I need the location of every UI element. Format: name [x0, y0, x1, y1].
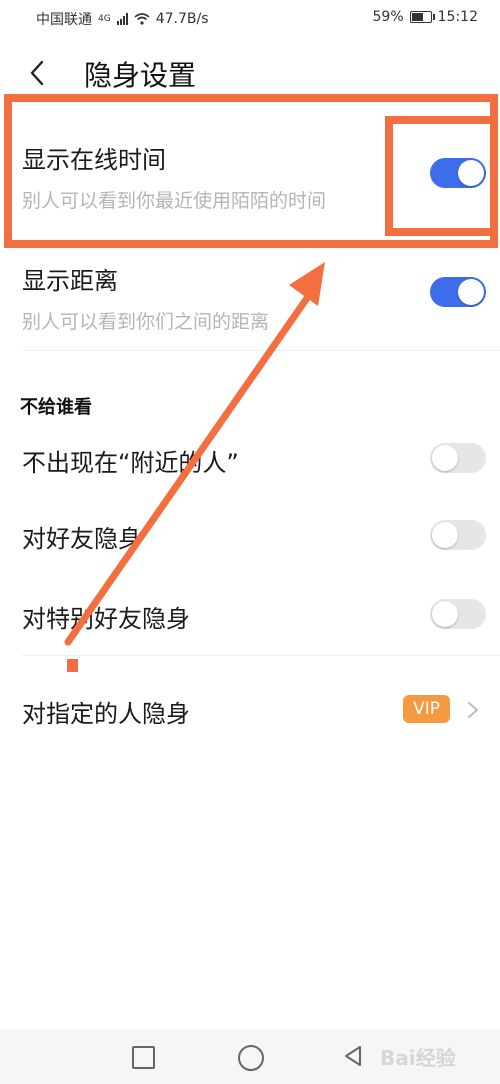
chevron-left-icon[interactable] — [24, 58, 52, 88]
setting-description: 别人可以看到你最近使用陌陌的时间 — [22, 190, 327, 212]
setting-hide-special-friends[interactable]: 对特别好友隐身 — [0, 585, 500, 650]
annotation-dot — [67, 659, 78, 672]
section-title: 不给谁看 — [20, 397, 92, 418]
setting-title: 显示距离 — [22, 267, 118, 295]
toggle-knob — [432, 601, 458, 627]
hide-special-friends-toggle[interactable] — [430, 599, 486, 629]
setting-show-distance[interactable]: 显示距离 别人可以看到你们之间的距离 — [0, 255, 500, 350]
battery-percent: 59% — [372, 9, 404, 25]
setting-title: 显示在线时间 — [22, 146, 166, 174]
setting-title: 对特别好友隐身 — [22, 605, 190, 633]
page-header: 隐身设置 — [0, 48, 500, 100]
toggle-knob — [432, 445, 458, 471]
navigation-bar: Bai经验 — [0, 1030, 500, 1084]
recent-apps-icon[interactable] — [132, 1046, 155, 1069]
wifi-icon — [134, 13, 150, 25]
distance-toggle[interactable] — [430, 277, 486, 307]
status-bar: 中国联通 4G 47.7B/s 59% 15:12 — [0, 0, 500, 36]
carrier-label: 中国联通 — [36, 12, 92, 28]
toggle-knob — [458, 279, 484, 305]
vip-badge: VIP — [403, 695, 450, 723]
chevron-right-icon — [468, 702, 478, 718]
watermark: Bai经验 — [380, 1046, 456, 1070]
signal-icon — [116, 13, 128, 25]
clock: 15:12 — [437, 9, 478, 25]
online-time-toggle[interactable] — [430, 158, 486, 188]
hide-friends-toggle[interactable] — [430, 520, 486, 550]
setting-hide-friends[interactable]: 对好友隐身 — [0, 505, 500, 575]
back-triangle-icon[interactable] — [342, 1044, 364, 1068]
setting-description: 别人可以看到你们之间的距离 — [22, 311, 270, 333]
hide-nearby-toggle[interactable] — [430, 443, 486, 473]
setting-title: 不出现在“附近的人” — [22, 449, 239, 477]
divider — [22, 350, 500, 351]
divider — [22, 655, 500, 656]
setting-show-online-time[interactable]: 显示在线时间 别人可以看到你最近使用陌陌的时间 — [0, 130, 500, 240]
toggle-knob — [432, 522, 458, 548]
network-speed: 47.7B/s — [155, 11, 209, 27]
battery-icon — [409, 11, 435, 23]
page-title: 隐身设置 — [84, 59, 197, 92]
setting-title: 对好友隐身 — [22, 525, 142, 553]
setting-hide-nearby[interactable]: 不出现在“附近的人” — [0, 425, 500, 495]
network-type: 4G — [98, 14, 111, 24]
toggle-knob — [458, 160, 484, 186]
home-icon[interactable] — [238, 1045, 264, 1071]
setting-title: 对指定的人隐身 — [22, 700, 190, 728]
